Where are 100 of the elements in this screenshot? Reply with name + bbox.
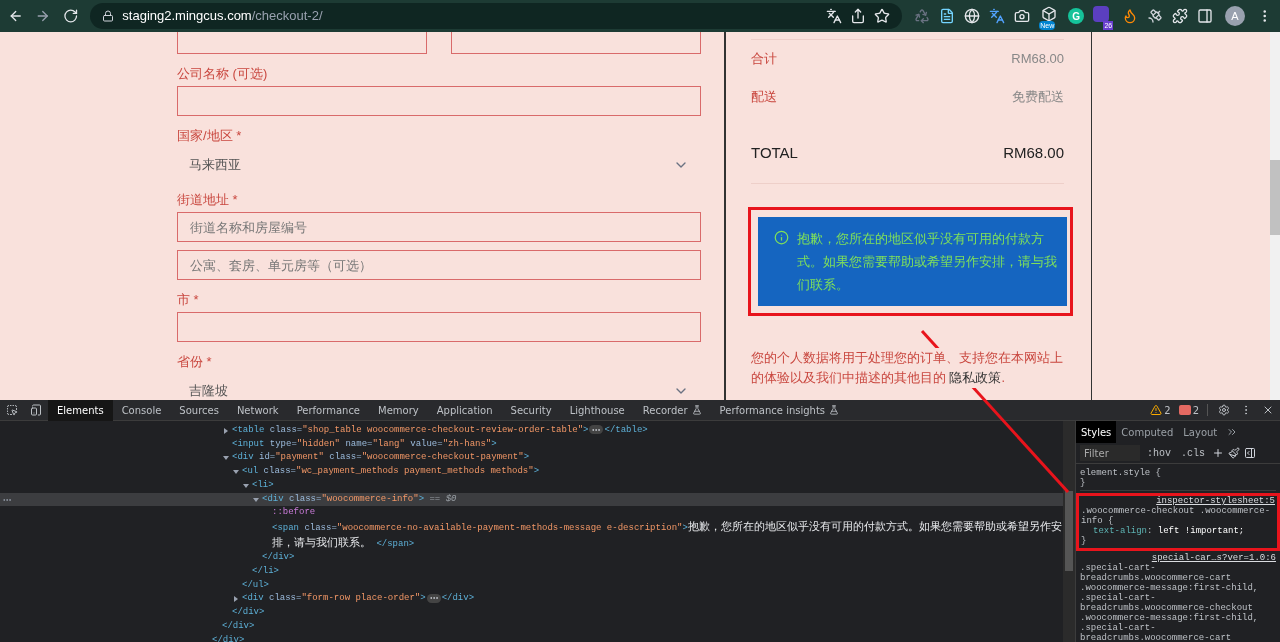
field-label: 市 *: [177, 292, 199, 307]
field-label: 省份 *: [177, 354, 212, 369]
collapse-icon[interactable]: [233, 469, 239, 476]
styles-tab[interactable]: Styles: [1076, 421, 1117, 443]
toggle-button[interactable]: .cls: [1178, 445, 1209, 461]
input-field[interactable]: [451, 32, 701, 54]
devtools-tab[interactable]: Application: [427, 399, 502, 421]
url-text: staging2.mingcus.com/checkout-2/: [122, 7, 323, 26]
css-selector: element.style {: [1080, 468, 1161, 479]
dom-closing-tag[interactable]: </div>: [232, 607, 265, 618]
address-bar[interactable]: staging2.mingcus.com/checkout-2/: [90, 3, 903, 29]
field-label: 国家/地区 *: [177, 128, 242, 143]
scrollbar[interactable]: [1063, 421, 1075, 642]
input-field[interactable]: 街道名称和房屋编号: [177, 212, 701, 242]
extensions-icon[interactable]: [1172, 8, 1189, 24]
dom-node-line[interactable]: <table class="shop_table woocommerce-checkout-review-order-table"> </table>: [232, 424, 648, 438]
notice-text: 抱歉，您所在的地区似乎没有可用的付款方式。如果您需要帮助或希望另作安排，请与我们联系。: [797, 230, 1057, 294]
select-field[interactable]: 吉隆坡: [177, 374, 701, 400]
devtools-tab[interactable]: Performance: [287, 399, 370, 421]
share-icon[interactable]: [850, 8, 867, 24]
dom-node-line[interactable]: <span class="woocommerce-no-available-payment-methods-message e-description">抱歉，您所在的地区似乎没有可用的付款方式。如果您需要帮助或希望另作安排，请与我们联系。 </span>: [272, 519, 1067, 552]
devtools-tab[interactable]: Elements: [48, 399, 113, 421]
select-field[interactable]: 马来西亚: [177, 148, 701, 182]
back-icon[interactable]: [8, 8, 24, 24]
recycle-icon[interactable]: [914, 8, 931, 24]
dom-closing-tag[interactable]: </div>: [212, 634, 245, 642]
flask-icon: [829, 405, 840, 415]
summary-value: RM68.00: [1011, 50, 1064, 69]
input-field[interactable]: [177, 86, 701, 116]
flask-icon: [691, 405, 702, 415]
dom-node-line[interactable]: <input type="hidden" name="lang" value="zh-hans">: [232, 437, 497, 452]
dom-node-line[interactable]: <div class="woocommerce-info"> == $0: [262, 492, 457, 507]
summary-value: 免费配送: [1012, 88, 1064, 107]
devtools-tab[interactable]: Console: [112, 399, 171, 421]
collapse-icon[interactable]: [223, 455, 229, 462]
close-icon[interactable]: [1262, 404, 1274, 416]
privacy-link[interactable]: 隐私政策: [949, 371, 1002, 385]
stylesheet-link[interactable]: inspector-stylesheet:5: [1156, 496, 1275, 507]
dom-node-line[interactable]: <div id="payment" class="woocommerce-checkout-payment">: [232, 451, 530, 466]
document-icon[interactable]: [939, 8, 956, 24]
device-icon[interactable]: [30, 404, 42, 416]
input-field[interactable]: [177, 312, 701, 342]
devtools-tab[interactable]: Sources: [170, 399, 228, 421]
summary-label: 配送: [751, 88, 777, 107]
devtools-tab[interactable]: Memory: [369, 399, 428, 421]
styles-tab[interactable]: Layout: [1178, 421, 1223, 443]
summary-label: 合计: [751, 50, 777, 69]
warnings-badge[interactable]: 2: [1146, 402, 1175, 418]
errors-badge[interactable]: 2: [1174, 402, 1203, 418]
styles-tab[interactable]: Computed: [1116, 421, 1179, 443]
devtools-tab[interactable]: Performance insights: [710, 399, 849, 421]
input-field[interactable]: 公寓、套房、单元房等（可选）: [177, 250, 701, 280]
reload-icon[interactable]: [62, 8, 79, 24]
settings-icon[interactable]: [1218, 404, 1230, 416]
inspect-icon[interactable]: [6, 404, 18, 416]
collapse-icon[interactable]: [243, 482, 249, 489]
input-field[interactable]: [177, 32, 427, 54]
total-value: RM68.00: [1003, 142, 1064, 163]
dom-closing-tag[interactable]: </ul>: [242, 579, 269, 590]
expand-icon[interactable]: [233, 596, 239, 603]
camera-icon[interactable]: [1014, 8, 1031, 24]
css-selector: .woocommerce-checkout .woocommerce-info {: [1081, 506, 1271, 527]
sidebar-icon[interactable]: [1244, 447, 1257, 460]
field-label: 街道地址 *: [177, 192, 238, 207]
forward-icon[interactable]: [35, 8, 51, 24]
translate-icon[interactable]: [826, 8, 843, 24]
collapse-icon[interactable]: [253, 496, 259, 503]
total-label: TOTAL: [751, 142, 798, 163]
dom-node-line[interactable]: ::before: [272, 506, 316, 520]
ellipsis-icon[interactable]: [589, 425, 604, 435]
dom-node-line[interactable]: <ul class="wc_payment_methods payment_methods methods">: [242, 465, 540, 479]
dom-node-line[interactable]: <li>: [252, 478, 274, 493]
scrollbar[interactable]: [1270, 32, 1280, 400]
ellipsis-icon[interactable]: [426, 593, 441, 603]
devtools-tab[interactable]: Recorder: [633, 399, 711, 421]
lock-icon: [102, 10, 115, 22]
dom-closing-tag[interactable]: </li>: [252, 566, 279, 577]
devtools-tab[interactable]: Network: [227, 399, 288, 421]
dom-node-line[interactable]: <div class="form-row place-order"> </div>: [242, 592, 475, 607]
devtools-tab[interactable]: Security: [501, 399, 561, 421]
bookmark-icon[interactable]: [874, 8, 891, 24]
dom-closing-tag[interactable]: </div>: [262, 552, 295, 563]
closing-brace: }: [1080, 478, 1086, 489]
paintbrush-icon[interactable]: [1228, 447, 1241, 460]
add-icon[interactable]: [1212, 447, 1225, 460]
dom-closing-tag[interactable]: </div>: [222, 620, 255, 631]
css-declaration[interactable]: text-align: left !important;: [1081, 526, 1275, 537]
devtools-tab[interactable]: Lighthouse: [560, 399, 634, 421]
filter-field[interactable]: Filter: [1080, 445, 1140, 462]
info-icon: [774, 230, 789, 245]
side-panel-icon[interactable]: [1197, 8, 1214, 24]
globe-icon[interactable]: [964, 8, 981, 24]
privacy-text: 您的个人数据将用于处理您的订单、支持您在本网站上的体验以及我们中描述的其他目的 隐私政策.: [751, 348, 1064, 388]
closing-brace: }: [1081, 536, 1088, 547]
field-label: 公司名称 (可选): [177, 66, 268, 81]
stylesheet-link[interactable]: special-car…s?ver=1.0:6: [1151, 553, 1276, 564]
expand-icon[interactable]: [223, 428, 229, 434]
css-selector: .special-cart-breadcrumbs.woocommerce-cart .woocommerce-message:first-child, .special-cart-breadcrumbs.woocommerce-checkout .woocommerce-message:first-child, .special-cart-breadcrumbs.woocommerce-cart: [1080, 563, 1259, 642]
toggle-button[interactable]: :hov: [1144, 445, 1174, 461]
satellite-icon[interactable]: [1147, 8, 1164, 24]
